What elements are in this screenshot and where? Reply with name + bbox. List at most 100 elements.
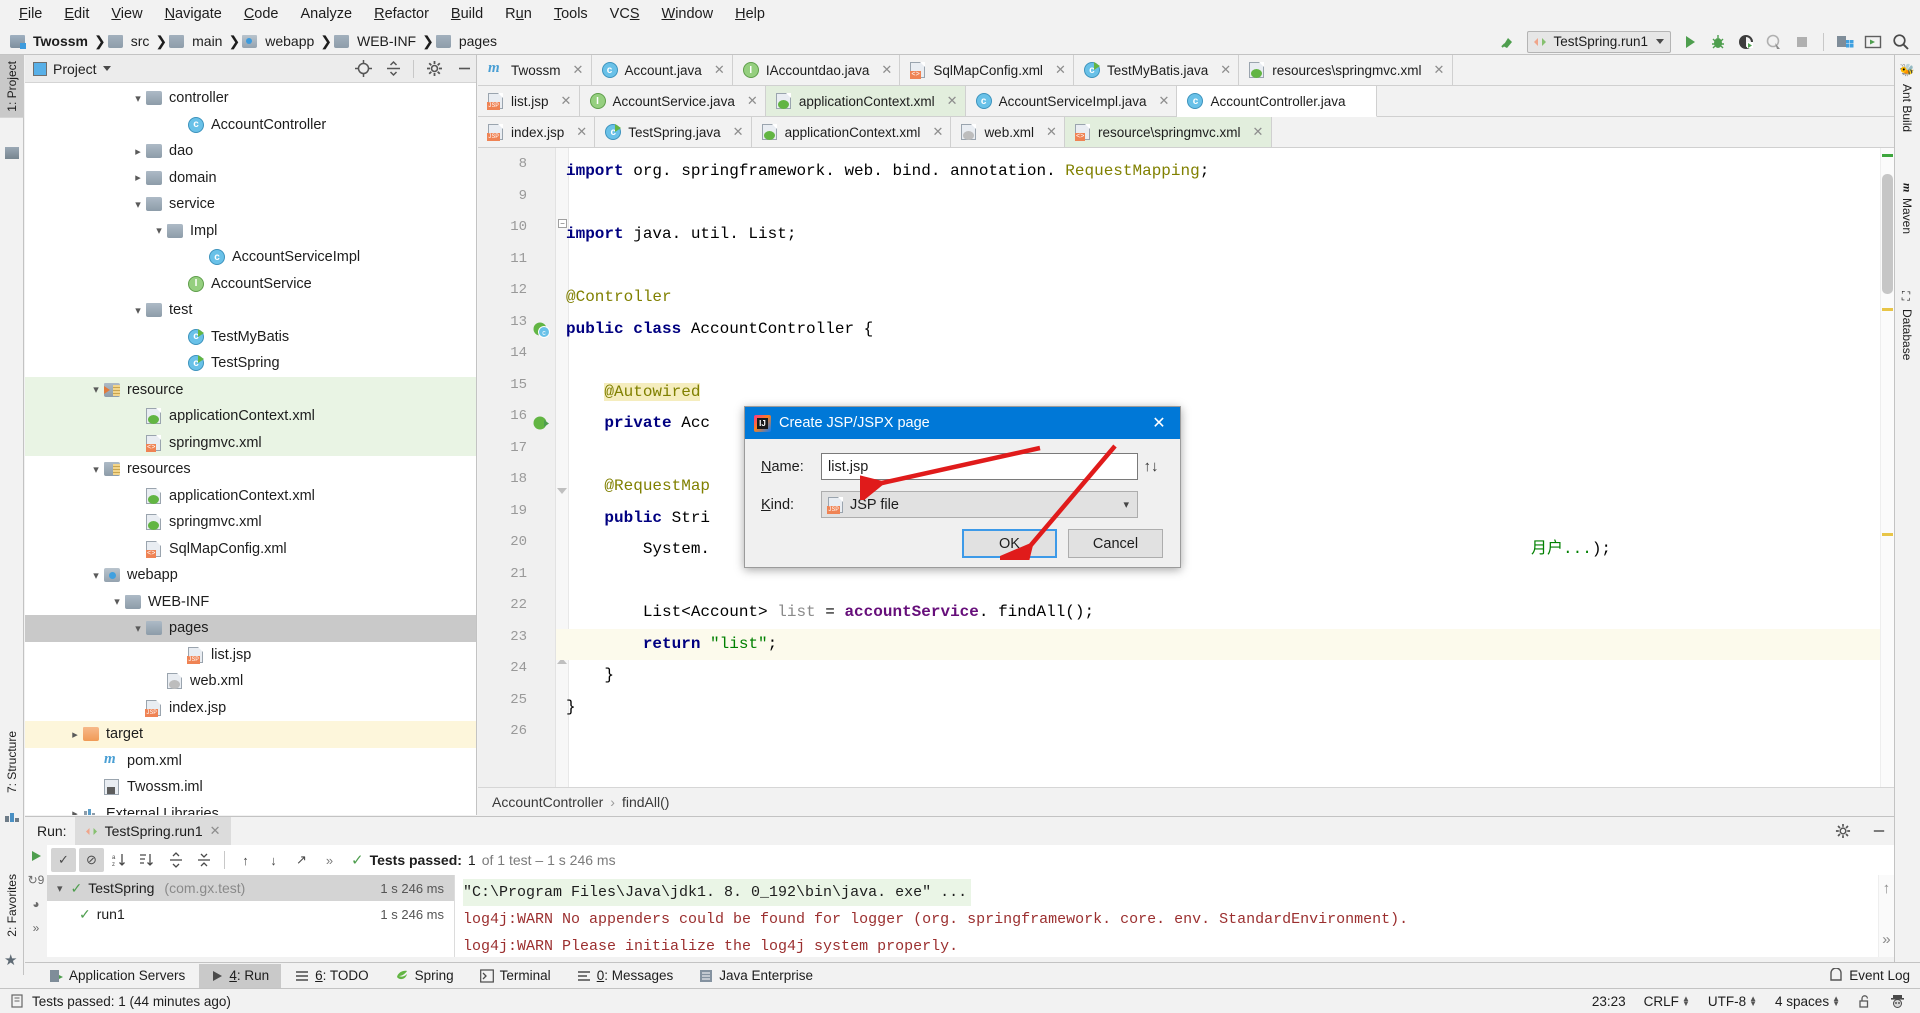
close-icon[interactable]: ✕ xyxy=(1434,62,1444,78)
code-line-8[interactable]: import org. springframework. web. bind. … xyxy=(556,156,1894,188)
gear-icon[interactable] xyxy=(422,57,446,81)
gutter-line-19[interactable]: 19 xyxy=(478,503,555,535)
run-button[interactable] xyxy=(1677,30,1703,53)
line-separator-selector[interactable]: CRLF ▲▼ xyxy=(1639,994,1695,1009)
test-tree[interactable]: ▾✓TestSpring(com.gx.test)1 s 246 ms✓run1… xyxy=(47,875,455,957)
editor-breadcrumb[interactable]: AccountController › findAll() xyxy=(478,787,1894,815)
editor-tab-accountservice-java[interactable]: IAccountService.java✕ xyxy=(580,86,766,117)
breadcrumb-webapp[interactable]: webapp xyxy=(240,32,320,50)
chevron-down-icon[interactable]: ▾ xyxy=(130,92,146,105)
export-results-button[interactable]: ↗ xyxy=(289,848,314,872)
editor-tab-applicationcontext-xml[interactable]: applicationContext.xml✕ xyxy=(766,86,966,117)
chevron-down-icon[interactable]: ▾ xyxy=(130,198,146,211)
bottom-tab-4-run[interactable]: 4: Run xyxy=(199,964,281,988)
collapse-all-button[interactable] xyxy=(191,848,216,872)
tree-node-impl[interactable]: ▾Impl xyxy=(25,218,476,245)
warning-marker[interactable] xyxy=(1882,308,1893,311)
editor-vertical-scrollbar[interactable] xyxy=(1882,174,1893,294)
console-output[interactable]: "C:\Program Files\Java\jdk1. 8. 0_192\bi… xyxy=(455,875,1894,957)
chevron-right-icon[interactable]: ▸ xyxy=(67,807,83,815)
hide-ignored-button[interactable]: ⊘ xyxy=(79,848,104,872)
sidebar-item-maven[interactable]: m Maven xyxy=(1894,177,1920,240)
rerun-button[interactable] xyxy=(29,849,43,863)
editor-tab-iaccountdao-java[interactable]: IIAccountdao.java✕ xyxy=(733,55,901,86)
rerun-failed-button[interactable]: ↻9 xyxy=(28,873,45,887)
more-side-button[interactable]: » xyxy=(33,921,40,935)
sidebar-item-favorites[interactable]: 2: Favorites xyxy=(0,868,24,943)
tree-node-dao[interactable]: ▸dao xyxy=(25,138,476,165)
hide-panel-button[interactable] xyxy=(452,57,476,81)
editor-tab-testspring-java[interactable]: cTestSpring.java✕ xyxy=(595,117,751,148)
jump-to-source-icon[interactable] xyxy=(1495,30,1521,53)
editor-tab-resources-springmvc-xml[interactable]: resources\springmvc.xml✕ xyxy=(1239,55,1452,86)
name-input[interactable]: list.jsp xyxy=(821,453,1138,480)
close-icon[interactable]: ✕ xyxy=(573,62,583,78)
run-tab[interactable]: TestSpring.run1 ✕ xyxy=(75,817,231,845)
tree-node-index-jsp[interactable]: index.jsp xyxy=(25,695,476,722)
breadcrumb-web-inf[interactable]: WEB-INF xyxy=(332,32,422,50)
sidebar-item-database[interactable]: ⛶ Database xyxy=(1894,285,1920,366)
gutter-line-23[interactable]: 23 xyxy=(478,629,555,661)
chevron-down-icon[interactable]: ▾ xyxy=(88,463,104,476)
editor-tab-applicationcontext-xml[interactable]: applicationContext.xml✕ xyxy=(752,117,952,148)
code-line-13[interactable]: public class AccountController { xyxy=(556,314,1894,346)
breadcrumb-pages[interactable]: pages xyxy=(434,32,503,50)
sidebar-item-project[interactable]: 1: Project xyxy=(0,55,24,118)
close-icon[interactable]: ✕ xyxy=(733,124,743,140)
tree-node-accountservice[interactable]: IAccountService xyxy=(25,271,476,298)
chevron-down-icon[interactable]: ▾ xyxy=(57,882,63,895)
tree-node-list-jsp[interactable]: list.jsp xyxy=(25,642,476,669)
chevron-down-icon[interactable]: ▾ xyxy=(88,383,104,396)
encoding-selector[interactable]: UTF-8 ▲▼ xyxy=(1703,994,1762,1009)
close-icon[interactable]: ✕ xyxy=(947,93,957,109)
tree-node-controller[interactable]: ▾controller xyxy=(25,85,476,112)
editor-tab-twossm[interactable]: mTwossm✕ xyxy=(478,55,592,86)
tree-node-target[interactable]: ▸target xyxy=(25,721,476,748)
close-icon[interactable]: ✕ xyxy=(747,93,757,109)
prev-failed-button[interactable]: ↑ xyxy=(233,848,258,872)
tree-node-springmvc-xml[interactable]: springmvc.xml xyxy=(25,509,476,536)
gutter-line-25[interactable]: 25 xyxy=(478,692,555,724)
breadcrumb-class[interactable]: AccountController xyxy=(492,794,603,810)
toggle-auto-test-button[interactable]: ◕ xyxy=(32,897,39,911)
cancel-button[interactable]: Cancel xyxy=(1068,529,1163,558)
code-line-10[interactable]: import java. util. List; xyxy=(556,219,1894,251)
unlocked-icon[interactable] xyxy=(1853,994,1877,1009)
gutter-line-10[interactable]: 10 xyxy=(478,219,555,251)
project-structure-button[interactable] xyxy=(1832,30,1858,53)
tree-node-springmvc-xml[interactable]: springmvc.xml xyxy=(25,430,476,457)
expand-all-button[interactable] xyxy=(163,848,188,872)
editor-tab-account-java[interactable]: cAccount.java✕ xyxy=(592,55,733,86)
menu-item-vcs[interactable]: VCS xyxy=(599,3,651,25)
console-more-icon[interactable]: » xyxy=(1882,932,1891,949)
code-editor[interactable]: 8910111213c14151617181920212223242526 − … xyxy=(478,148,1894,787)
gutter-line-15[interactable]: 15 xyxy=(478,377,555,409)
gutter-line-17[interactable]: 17 xyxy=(478,440,555,472)
tree-node-pom-xml[interactable]: mpom.xml xyxy=(25,748,476,775)
debug-button[interactable] xyxy=(1705,30,1731,53)
menu-item-help[interactable]: Help xyxy=(724,3,776,25)
code-line-12[interactable]: @Controller xyxy=(556,282,1894,314)
chevron-right-icon[interactable]: ▸ xyxy=(130,145,146,158)
more-options-button[interactable]: » xyxy=(317,848,342,872)
close-icon[interactable]: ✕ xyxy=(1220,62,1230,78)
console-scrollbar[interactable]: ↑ » xyxy=(1878,875,1894,957)
code-line-25[interactable]: } xyxy=(556,692,1894,724)
editor-tab-sqlmapconfig-xml[interactable]: SqlMapConfig.xml✕ xyxy=(900,55,1074,86)
menu-item-navigate[interactable]: Navigate xyxy=(154,3,233,25)
editor-tab-web-xml[interactable]: web.xml✕ xyxy=(951,117,1065,148)
menu-item-code[interactable]: Code xyxy=(233,3,290,25)
next-failed-button[interactable]: ↓ xyxy=(261,848,286,872)
breadcrumb-twossm[interactable]: Twossm xyxy=(8,32,94,50)
code-line-21[interactable] xyxy=(556,566,1894,598)
indent-selector[interactable]: 4 spaces ▲▼ xyxy=(1770,994,1845,1009)
code-line-23[interactable]: return "list"; xyxy=(556,629,1894,661)
tree-node-resource[interactable]: ▾resource xyxy=(25,377,476,404)
menu-item-edit[interactable]: Edit xyxy=(53,3,100,25)
hide-panel-button[interactable] xyxy=(1864,819,1894,843)
close-icon[interactable]: ✕ xyxy=(932,124,942,140)
sidebar-item-ant-build[interactable]: 🐝 Ant Build xyxy=(1894,57,1920,138)
editor-tab-resource-springmvc-xml[interactable]: resource\springmvc.xml✕ xyxy=(1065,117,1272,148)
editor-tab-accountserviceimpl-java[interactable]: cAccountServiceImpl.java✕ xyxy=(966,86,1178,117)
menu-item-tools[interactable]: Tools xyxy=(543,3,599,25)
